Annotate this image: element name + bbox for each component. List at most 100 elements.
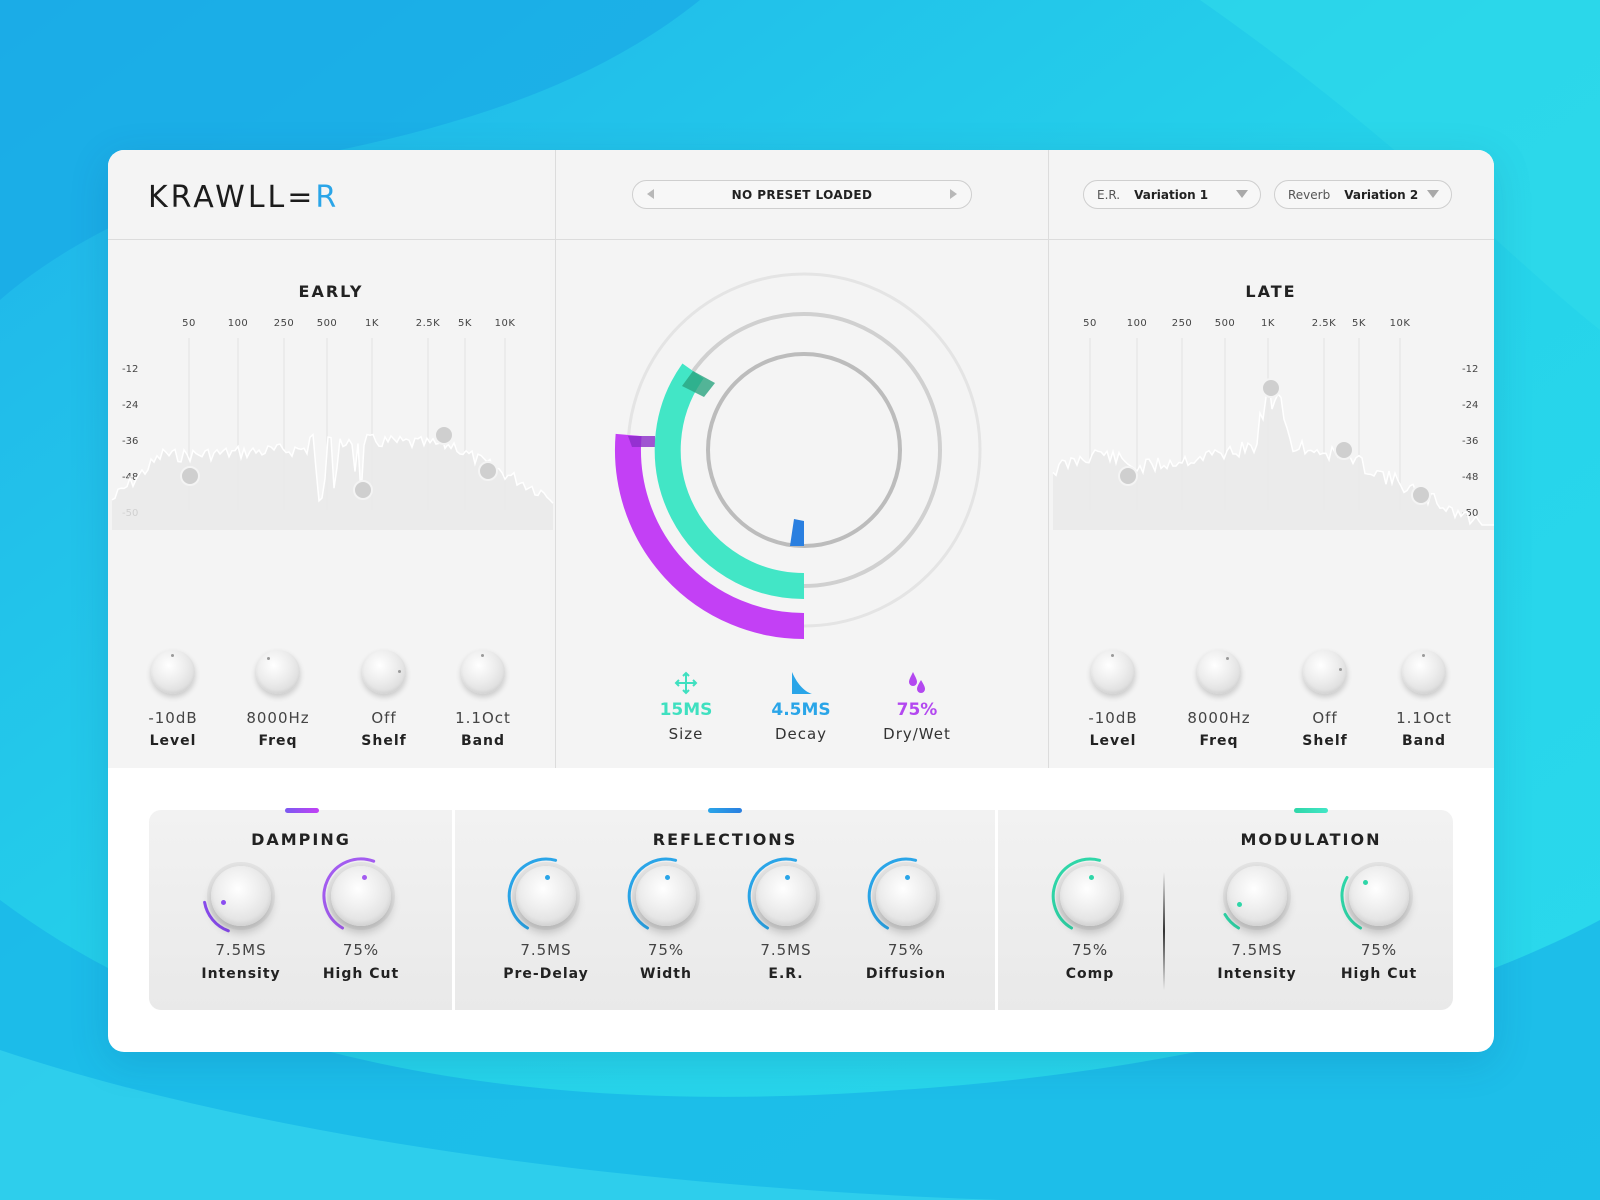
reflections-width-knob[interactable]: 75% Width (606, 856, 726, 982)
reflections-e-r-knob[interactable]: 7.5MS E.R. (726, 856, 846, 982)
knob-dial[interactable] (1217, 856, 1297, 936)
knob-cap[interactable] (1227, 866, 1287, 926)
knob[interactable] (1091, 650, 1135, 694)
knob-cap[interactable] (331, 866, 391, 926)
knob-indicator (1237, 901, 1243, 907)
plugin-window: KRAWLL=R NO PRESET LOADED E.R. Variation… (108, 150, 1494, 1052)
modulation-high-cut-knob[interactable]: 75% High Cut (1319, 856, 1439, 982)
knob-label: Shelf (1302, 733, 1348, 749)
knob-label: High Cut (1340, 966, 1418, 982)
preset-selector[interactable]: NO PRESET LOADED (632, 180, 972, 209)
knob-dial[interactable] (1050, 856, 1130, 936)
knob-value: 1.1Oct (455, 709, 511, 727)
freq-label: 100 (1127, 318, 1148, 329)
db-label: -24 (122, 400, 138, 411)
knob-label: High Cut (322, 966, 400, 982)
knob-value: 7.5MS (520, 941, 572, 959)
knob-dial[interactable] (1339, 856, 1419, 936)
late-freq-knob[interactable]: 8000Hz Freq (1174, 650, 1264, 749)
knob-label: Level (1089, 733, 1137, 749)
knob-label: Intensity (201, 966, 281, 982)
knob-cap[interactable] (1349, 866, 1409, 926)
decay-icon (746, 670, 856, 696)
freq-label: 500 (1215, 318, 1236, 329)
early-freq-knob[interactable]: 8000Hz Freq (233, 650, 323, 749)
knob-label: Diffusion (865, 966, 947, 982)
early-eq-display[interactable]: 501002505001K2.5K5K10K-12-24-36-48-50 (108, 310, 555, 530)
eq-node[interactable] (434, 425, 454, 445)
late-shelf-knob[interactable]: Off Shelf (1280, 650, 1370, 749)
knob[interactable] (151, 650, 195, 694)
knob[interactable] (256, 650, 300, 694)
reverb-dropdown[interactable]: Reverb Variation 2 (1274, 180, 1452, 209)
drywet-arc[interactable] (615, 433, 805, 639)
knob-dial[interactable] (321, 856, 401, 936)
eq-node[interactable] (1411, 485, 1431, 505)
knob-dial[interactable] (746, 856, 826, 936)
knob[interactable] (362, 650, 406, 694)
knob-cap[interactable] (636, 866, 696, 926)
er-dropdown-label: E.R. (1097, 187, 1121, 202)
damping-high-cut-knob[interactable]: 75% High Cut (301, 856, 421, 982)
knob-value: 75% (1360, 941, 1398, 959)
eq-node[interactable] (478, 461, 498, 481)
reflections-diffusion-knob[interactable]: 75% Diffusion (846, 856, 966, 982)
knob-label: Freq (1199, 733, 1239, 749)
knob-value: 7.5MS (215, 941, 267, 959)
knob-indicator (905, 874, 911, 880)
knob-label: Comp (1065, 966, 1115, 982)
reverb-ring-display[interactable] (556, 240, 1048, 660)
knob-value: Off (371, 709, 397, 727)
drywet-stat[interactable]: 75% Dry/Wet (862, 670, 972, 743)
knob-cap[interactable] (876, 866, 936, 926)
late-level-knob[interactable]: -10dB Level (1068, 650, 1158, 749)
knob-dial[interactable] (201, 856, 281, 936)
freq-label: 10K (495, 318, 516, 329)
reverb-dropdown-value: Variation 2 (1344, 187, 1419, 202)
early-band-knob[interactable]: 1.1Oct Band (438, 650, 528, 749)
reflections-pre-delay-knob[interactable]: 7.5MS Pre-Delay (486, 856, 606, 982)
eq-node[interactable] (1118, 466, 1138, 486)
damping-title: DAMPING (251, 830, 351, 849)
knob[interactable] (1402, 650, 1446, 694)
late-eq-display[interactable]: 50 100 250 500 1K 2.5K 5K 10K-12-24-36-48-50 (1049, 310, 1494, 530)
knob-dial[interactable] (626, 856, 706, 936)
eq-node[interactable] (1334, 440, 1354, 460)
logo-mark: = (287, 180, 316, 215)
damping-intensity-knob[interactable]: 7.5MS Intensity (181, 856, 301, 982)
freq-label: 500 (317, 318, 338, 329)
freq-label: 5K (458, 318, 472, 329)
eq-node[interactable] (180, 466, 200, 486)
drywet-value: 75% (896, 700, 938, 720)
freq-label: 250 (274, 318, 295, 329)
knob-dial[interactable] (866, 856, 946, 936)
eq-node[interactable] (1261, 378, 1281, 398)
er-dropdown[interactable]: E.R. Variation 1 (1083, 180, 1261, 209)
knob[interactable] (1197, 650, 1241, 694)
knob[interactable] (461, 650, 505, 694)
knob[interactable] (1303, 650, 1347, 694)
decay-stat[interactable]: 4.5MS Decay (746, 670, 856, 743)
early-shelf-knob[interactable]: Off Shelf (339, 650, 429, 749)
freq-label: 50 (182, 318, 196, 329)
eq-node[interactable] (353, 480, 373, 500)
prev-preset-icon[interactable] (647, 189, 654, 199)
knob-cap[interactable] (211, 866, 271, 926)
knob-cap[interactable] (516, 866, 576, 926)
knob-cap[interactable] (756, 866, 816, 926)
decay-marker[interactable] (790, 519, 804, 546)
decay-value: 4.5MS (771, 700, 831, 720)
reflections-title: REFLECTIONS (652, 830, 798, 849)
size-stat[interactable]: 15MS Size (631, 670, 741, 743)
knob-value: 1.1Oct (1396, 709, 1452, 727)
late-band-knob[interactable]: 1.1Oct Band (1379, 650, 1469, 749)
next-preset-icon[interactable] (950, 189, 957, 199)
knob-cap[interactable] (1060, 866, 1120, 926)
early-level-knob[interactable]: -10dB Level (128, 650, 218, 749)
knob-indicator (220, 900, 226, 905)
knob-dial[interactable] (506, 856, 586, 936)
size-arc[interactable] (654, 363, 805, 600)
modulation-intensity-knob[interactable]: 7.5MS Intensity (1197, 856, 1317, 982)
db-label: -48 (1462, 472, 1478, 483)
modulation-comp-knob[interactable]: 75% Comp (1030, 856, 1150, 982)
